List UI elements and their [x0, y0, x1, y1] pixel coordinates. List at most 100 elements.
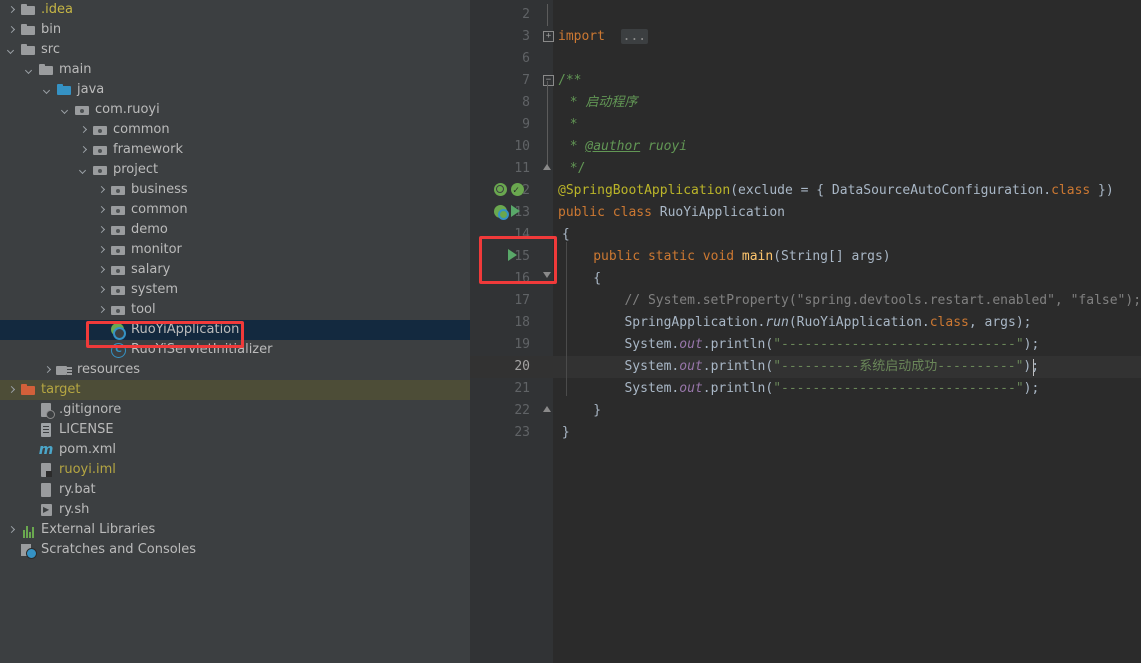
chevron-right-icon[interactable]	[96, 245, 107, 256]
tree-row-framework[interactable]: framework	[0, 140, 470, 160]
fold-marker-vline[interactable]	[542, 4, 553, 26]
tree-item-label: tool	[131, 302, 156, 317]
spring-bean-check-icon[interactable]	[511, 180, 524, 202]
spring-bean-search-icon[interactable]	[494, 183, 507, 196]
code-line-22[interactable]: }	[593, 400, 601, 422]
chevron-right-icon[interactable]	[96, 225, 107, 236]
chevron-right-icon[interactable]	[78, 125, 89, 136]
tree-row-common[interactable]: common	[0, 120, 470, 140]
code-line-16[interactable]: {	[593, 268, 601, 290]
tree-row-license[interactable]: LICENSE	[0, 420, 470, 440]
code-line-18[interactable]: SpringApplication.run(RuoYiApplication.c…	[624, 312, 1031, 334]
fold-marker-enddown[interactable]	[542, 268, 553, 290]
code-line-20[interactable]: System.out.println("----------系统启动成功----…	[624, 356, 1039, 378]
chevron-down-icon[interactable]	[24, 65, 35, 76]
tree-item-label: LICENSE	[59, 422, 114, 437]
tree-row-com-ruoyi[interactable]: com.ruoyi	[0, 100, 470, 120]
fold-marker-plus[interactable]: +	[542, 26, 554, 48]
code-line-21[interactable]: System.out.println("--------------------…	[624, 378, 1039, 400]
tree-row-external-libraries[interactable]: External Libraries	[0, 520, 470, 540]
run-class-icon[interactable]	[511, 205, 520, 217]
class-name: RuoYiApplication	[651, 205, 785, 220]
code-line-10[interactable]: * @author ruoyi	[570, 136, 687, 158]
tree-row-common[interactable]: common	[0, 200, 470, 220]
fold-marker-minus[interactable]: −	[542, 70, 554, 92]
code-editor[interactable]: 2 3 + import ... 6 7−/** 8 * 启动程序 9 * 10 * @author …	[470, 0, 1141, 663]
fold-expand-icon[interactable]: +	[543, 31, 554, 42]
fold-marker-endup2[interactable]	[542, 400, 553, 422]
tree-row-ry-sh[interactable]: ry.sh	[0, 500, 470, 520]
chevron-right-icon[interactable]	[6, 5, 17, 16]
tree-row-system[interactable]: system	[0, 280, 470, 300]
tree-row-java[interactable]: java	[0, 80, 470, 100]
tree-row-scratches-and-consoles[interactable]: Scratches and Consoles	[0, 540, 470, 560]
gutter-icons[interactable]	[508, 246, 517, 268]
fold-collapse-icon[interactable]: −	[543, 75, 554, 86]
chevron-right-icon[interactable]	[6, 385, 17, 396]
spring-config-icon[interactable]	[494, 205, 509, 220]
tree-row-ruoyi-iml[interactable]: ruoyi.iml	[0, 460, 470, 480]
tree-row-tool[interactable]: tool	[0, 300, 470, 320]
project-tool-window[interactable]: .idea bin src main java com.ruoyi common framew…	[0, 0, 470, 663]
tree-row-pom-xml[interactable]: m pom.xml	[0, 440, 470, 460]
tree-row-ruoyiapplication[interactable]: RuoYiApplication	[0, 320, 470, 340]
code-line-9[interactable]: *	[570, 114, 578, 136]
fold-end-icon[interactable]	[543, 164, 551, 170]
chevron-right-icon[interactable]	[6, 25, 17, 36]
tree-row-business[interactable]: business	[0, 180, 470, 200]
fold-end-icon[interactable]	[543, 272, 551, 278]
tree-row-resources[interactable]: resources	[0, 360, 470, 380]
fold-marker-vline[interactable]	[542, 114, 553, 136]
tree-row-idea[interactable]: .idea	[0, 0, 470, 20]
javadoc-open: /**	[558, 73, 582, 88]
chevron-right-icon[interactable]	[78, 145, 89, 156]
fold-marker-vline[interactable]	[542, 92, 553, 114]
maven-file-icon: m	[38, 442, 54, 458]
run-main-method-icon[interactable]	[508, 249, 517, 261]
code-line-13[interactable]: public class RuoYiApplication	[558, 202, 785, 224]
tree-row-ruoyiservletinitializer[interactable]: RuoYiServletInitializer	[0, 340, 470, 360]
tree-row-ry-bat[interactable]: ry.bat	[0, 480, 470, 500]
chevron-down-icon[interactable]	[60, 105, 71, 116]
tree-row-demo[interactable]: demo	[0, 220, 470, 240]
tree-row-target[interactable]: target	[0, 380, 470, 400]
code-line-23[interactable]: }	[562, 422, 570, 444]
chevron-right-icon[interactable]	[42, 365, 53, 376]
annotation-args-end: })	[1090, 183, 1114, 198]
fold-marker-vline[interactable]	[542, 136, 553, 158]
chevron-right-icon[interactable]	[6, 525, 17, 536]
folded-imports-placeholder[interactable]: ...	[620, 29, 649, 44]
gutter-icons[interactable]	[494, 180, 524, 202]
tree-item-label: .gitignore	[59, 402, 122, 417]
tree-row-monitor[interactable]: monitor	[0, 240, 470, 260]
run-method-call: run	[765, 315, 789, 330]
gutter-icons[interactable]	[494, 202, 520, 224]
tree-item-label: pom.xml	[59, 442, 116, 457]
no-chevron-spacer	[6, 545, 17, 556]
fold-marker-endup[interactable]	[542, 158, 553, 180]
code-line-19[interactable]: System.out.println("--------------------…	[624, 334, 1039, 356]
tree-item-label: ry.sh	[59, 502, 90, 517]
tree-row-src[interactable]: src	[0, 40, 470, 60]
tree-row-gitignore[interactable]: .gitignore	[0, 400, 470, 420]
tree-row-main[interactable]: main	[0, 60, 470, 80]
chevron-down-icon[interactable]	[78, 165, 89, 176]
chevron-right-icon[interactable]	[96, 205, 107, 216]
tree-row-salary[interactable]: salary	[0, 260, 470, 280]
code-line-3[interactable]: import ...	[558, 26, 649, 48]
tree-row-bin[interactable]: bin	[0, 20, 470, 40]
chevron-right-icon[interactable]	[96, 285, 107, 296]
code-line-17[interactable]: // System.setProperty("spring.devtools.r…	[624, 290, 1141, 312]
fold-end-icon[interactable]	[543, 406, 551, 412]
code-line-7[interactable]: /**	[558, 70, 581, 92]
chevron-right-icon[interactable]	[96, 185, 107, 196]
chevron-right-icon[interactable]	[96, 265, 107, 276]
code-line-15[interactable]: public static void main(String[] args)	[593, 246, 890, 268]
chevron-right-icon[interactable]	[96, 305, 107, 316]
chevron-down-icon[interactable]	[42, 85, 53, 96]
code-line-8[interactable]: * 启动程序	[570, 92, 638, 114]
code-line-12[interactable]: @SpringBootApplication(exclude = { DataS…	[558, 180, 1114, 202]
tree-row-project[interactable]: project	[0, 160, 470, 180]
code-line-11[interactable]: */	[570, 158, 586, 180]
chevron-down-icon[interactable]	[6, 45, 17, 56]
